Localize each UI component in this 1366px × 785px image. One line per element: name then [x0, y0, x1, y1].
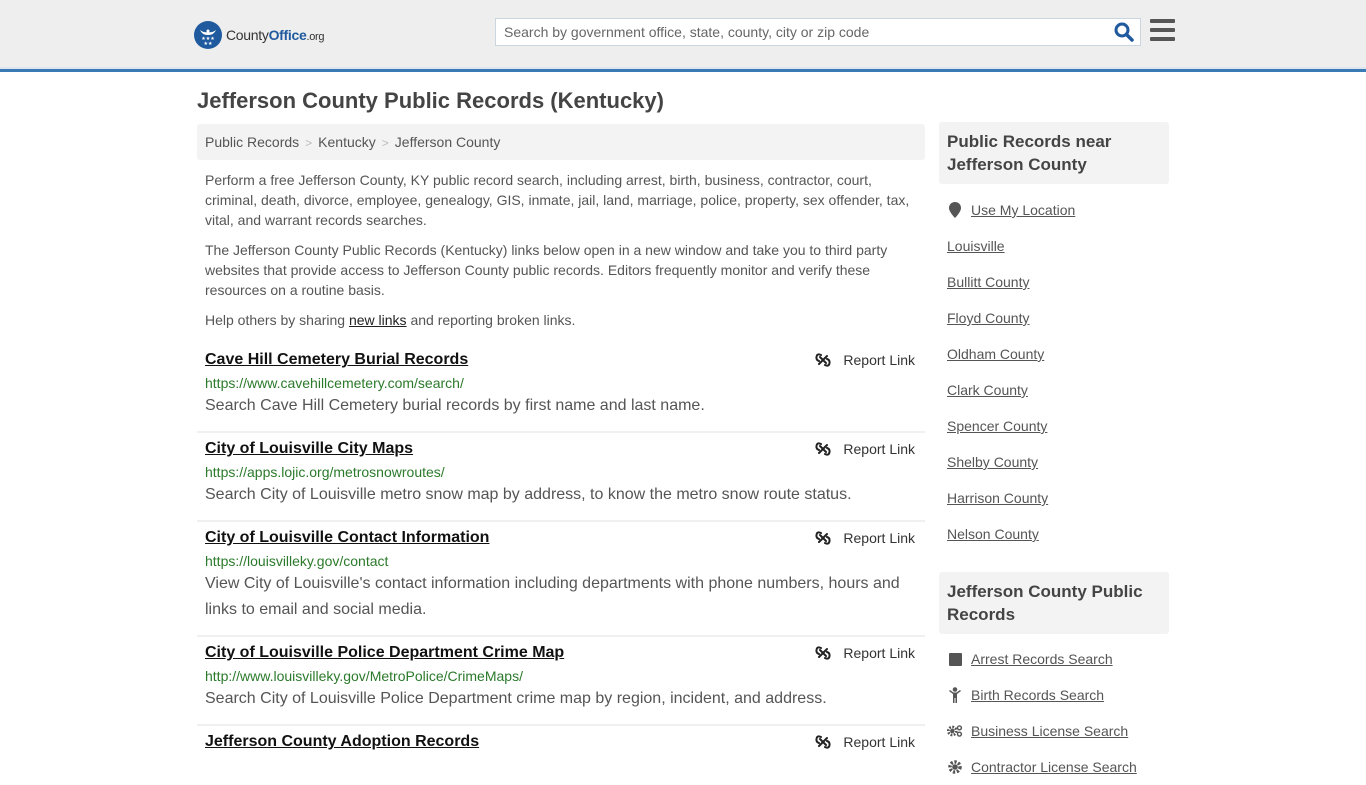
nearby-item: Bullitt County: [947, 264, 1167, 300]
record-item: Jefferson County Adoption Records Report…: [197, 726, 925, 764]
broken-link-icon: [815, 531, 831, 545]
record-title-link[interactable]: City of Louisville Police Department Cri…: [205, 643, 564, 663]
map-marker-icon: [947, 202, 963, 218]
search-bar: [495, 18, 1141, 46]
record-url: https://www.cavehillcemetery.com/search/: [205, 375, 464, 391]
county-record-item: Contractor License Search: [947, 749, 1167, 785]
breadcrumb-separator: >: [305, 136, 313, 150]
disclaimer-paragraph: The Jefferson County Public Records (Ken…: [205, 242, 888, 298]
county-record-item: Business License Search: [947, 713, 1167, 749]
county-record-item: Birth Records Search: [947, 677, 1167, 713]
eagle-logo-icon: ★★★ ★★: [194, 21, 222, 49]
record-description: View City of Louisville's contact inform…: [205, 575, 900, 618]
contractor-license-search-link[interactable]: Contractor License Search: [971, 759, 1137, 775]
nearby-link-floyd-county[interactable]: Floyd County: [947, 310, 1029, 326]
nearby-item: Spencer County: [947, 408, 1167, 444]
logo-link[interactable]: ★★★ ★★ CountyOffice.org: [194, 21, 325, 49]
breadcrumb-kentucky[interactable]: Kentucky: [318, 134, 376, 150]
county-record-item: Arrest Records Search: [947, 641, 1167, 677]
record-url: https://louisvilleky.gov/contact: [205, 553, 389, 569]
county-records-heading: Jefferson County Public Records: [939, 572, 1169, 634]
report-link-button[interactable]: Report Link: [815, 530, 915, 546]
records-list: Cave Hill Cemetery Burial Records Report…: [197, 344, 925, 764]
gear-icon: [947, 760, 963, 774]
search-icon[interactable]: [1114, 22, 1134, 42]
broken-link-icon: [815, 735, 831, 749]
record-item: City of Louisville Contact Information R…: [197, 522, 925, 637]
broken-link-icon: [815, 353, 831, 367]
nearby-link-oldham-county[interactable]: Oldham County: [947, 346, 1044, 362]
intro-paragraph: Perform a free Jefferson County, KY publ…: [205, 172, 910, 228]
record-url: http://www.louisvilleky.gov/MetroPolice/…: [205, 668, 523, 684]
report-link-button[interactable]: Report Link: [815, 352, 915, 368]
record-description: Search City of Louisville Police Departm…: [205, 690, 827, 707]
nearby-item: Louisville: [947, 228, 1167, 264]
page-title: Jefferson County Public Records (Kentuck…: [197, 88, 664, 113]
record-item: Cave Hill Cemetery Burial Records Report…: [197, 344, 925, 433]
record-url: https://apps.lojic.org/metrosnowroutes/: [205, 464, 445, 480]
breadcrumb-public-records[interactable]: Public Records: [205, 134, 299, 150]
nearby-item: Shelby County: [947, 444, 1167, 480]
record-title-link[interactable]: City of Louisville City Maps: [205, 439, 413, 459]
arrest-records-search-link[interactable]: Arrest Records Search: [971, 651, 1113, 667]
record-item: City of Louisville Police Department Cri…: [197, 637, 925, 726]
county-records-list: Arrest Records Search Birth Records Sear…: [947, 641, 1167, 785]
report-link-button[interactable]: Report Link: [815, 645, 915, 661]
gears-icon: [947, 724, 963, 738]
square-icon: [947, 652, 963, 666]
search-input[interactable]: [496, 19, 1096, 45]
record-title-link[interactable]: City of Louisville Contact Information: [205, 528, 489, 548]
report-link-button[interactable]: Report Link: [815, 441, 915, 457]
use-my-location-item: Use My Location: [947, 192, 1167, 228]
share-paragraph: Help others by sharing new links and rep…: [205, 312, 576, 328]
logo-wordmark: CountyOffice.org: [226, 27, 325, 43]
business-license-search-link[interactable]: Business License Search: [971, 723, 1128, 739]
broken-link-icon: [815, 646, 831, 660]
record-description: Search Cave Hill Cemetery burial records…: [205, 397, 705, 414]
nearby-link-bullitt-county[interactable]: Bullitt County: [947, 274, 1029, 290]
broken-link-icon: [815, 442, 831, 456]
nearby-link-louisville[interactable]: Louisville: [947, 238, 1005, 254]
nearby-item: Clark County: [947, 372, 1167, 408]
breadcrumb-separator: >: [381, 136, 389, 150]
record-item: City of Louisville City Maps Report Link…: [197, 433, 925, 522]
use-my-location-link[interactable]: Use My Location: [971, 202, 1075, 218]
new-links-link[interactable]: new links: [349, 312, 407, 328]
breadcrumb: Public Records > Kentucky > Jefferson County: [197, 124, 925, 160]
birth-records-search-link[interactable]: Birth Records Search: [971, 687, 1104, 703]
nearby-link-harrison-county[interactable]: Harrison County: [947, 490, 1048, 506]
nearby-link-nelson-county[interactable]: Nelson County: [947, 526, 1039, 542]
report-link-button[interactable]: Report Link: [815, 734, 915, 750]
nearby-link-spencer-county[interactable]: Spencer County: [947, 418, 1047, 434]
nearby-item: Oldham County: [947, 336, 1167, 372]
hamburger-menu-icon[interactable]: [1150, 19, 1175, 43]
child-icon: [947, 687, 963, 703]
nearby-records-list: Use My Location Louisville Bullitt Count…: [947, 192, 1167, 552]
record-title-link[interactable]: Cave Hill Cemetery Burial Records: [205, 350, 468, 370]
nearby-link-shelby-county[interactable]: Shelby County: [947, 454, 1038, 470]
record-description: Search City of Louisville metro snow map…: [205, 486, 852, 503]
nearby-item: Harrison County: [947, 480, 1167, 516]
nearby-item: Floyd County: [947, 300, 1167, 336]
nearby-records-heading: Public Records near Jefferson County: [939, 122, 1169, 184]
site-header: ★★★ ★★ CountyOffice.org: [0, 0, 1366, 72]
nearby-item: Nelson County: [947, 516, 1167, 552]
svg-text:★★: ★★: [204, 41, 213, 46]
nearby-link-clark-county[interactable]: Clark County: [947, 382, 1028, 398]
breadcrumb-jefferson-county[interactable]: Jefferson County: [395, 134, 501, 150]
record-title-link[interactable]: Jefferson County Adoption Records: [205, 732, 479, 752]
